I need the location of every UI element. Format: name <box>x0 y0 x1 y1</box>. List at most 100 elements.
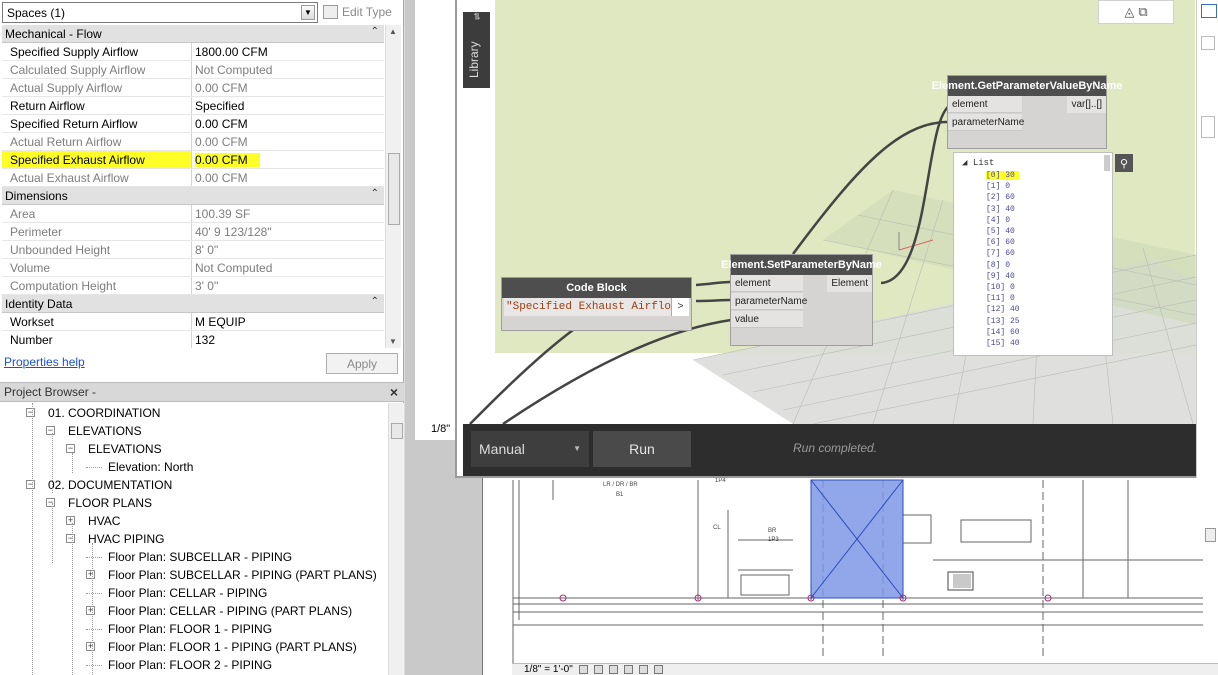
tree-item[interactable]: Floor Plan: FLOOR 2 - PIPING <box>108 656 272 674</box>
input-port-element[interactable]: element <box>948 96 1022 113</box>
property-group-header[interactable]: Identity Data ⌃ <box>2 295 384 313</box>
apply-button[interactable]: Apply <box>326 353 398 374</box>
toolbar-icon[interactable] <box>1201 116 1215 138</box>
scroll-thumb[interactable] <box>391 423 403 439</box>
type-selector[interactable]: Spaces (1) ▼ <box>2 2 318 23</box>
property-value-text: 3' 0" <box>195 278 219 293</box>
collapse-icon[interactable]: ⌃ <box>371 188 379 199</box>
view-toggle-icons[interactable]: ◬ ⧉ <box>1098 0 1174 24</box>
expand-icon[interactable]: + <box>86 570 95 579</box>
input-port-value[interactable]: value <box>731 311 803 328</box>
3d-view-icon[interactable]: ◬ <box>1124 4 1134 20</box>
tree-item[interactable]: Floor Plan: FLOOR 1 - PIPING <box>108 620 272 638</box>
visual-style-icon[interactable] <box>593 665 603 674</box>
property-value[interactable]: 1800.00 CFM <box>192 43 384 60</box>
output-port-element[interactable]: Element <box>827 275 872 292</box>
chevron-down-icon[interactable]: ▼ <box>301 5 315 20</box>
run-status: Run completed. <box>793 441 878 455</box>
scroll-thumb[interactable] <box>1104 155 1110 171</box>
collapse-icon[interactable]: ⌃ <box>371 26 379 37</box>
tree-item[interactable]: Floor Plan: SUBCELLAR - PIPING (PART PLA… <box>108 566 377 584</box>
plan-room-tag: B1 <box>616 492 624 498</box>
input-port-parameterName[interactable]: parameterName <box>731 293 807 310</box>
property-value[interactable]: Specified <box>192 97 384 114</box>
property-name: Actual Supply Airflow <box>2 79 192 96</box>
tree-item[interactable]: Floor Plan: CELLAR - PIPING (PART PLANS) <box>108 602 352 620</box>
tree-item[interactable]: HVAC PIPING <box>88 530 164 548</box>
run-button[interactable]: Run <box>593 431 691 467</box>
library-panel-toggle[interactable]: ⇌ Library <box>463 12 490 88</box>
output-port[interactable]: > <box>671 298 689 316</box>
tree-item[interactable]: ELEVATIONS <box>68 422 142 440</box>
collapse-icon[interactable]: ⌃ <box>371 296 379 307</box>
toolbar-icon[interactable] <box>1201 4 1217 18</box>
list-item: [13] 25 <box>986 316 1020 326</box>
property-group-header[interactable]: Dimensions ⌃ <box>2 187 384 205</box>
tree-connector <box>72 523 73 675</box>
tree-item[interactable]: Floor Plan: SUBCELLAR - PIPING <box>108 548 292 566</box>
tree-item[interactable]: 01. COORDINATION <box>48 404 160 422</box>
collapse-icon[interactable]: − <box>46 498 55 507</box>
tree-item[interactable]: ELEVATIONS <box>88 440 162 458</box>
property-value-text: Specified <box>195 98 245 113</box>
tree-item[interactable]: FLOOR PLANS <box>68 494 152 512</box>
crop-view-icon[interactable] <box>638 665 648 674</box>
property-value[interactable]: 132 <box>192 331 384 348</box>
property-row[interactable]: Specified Return Airflow 0.00 CFM <box>2 115 384 133</box>
property-value[interactable]: 0.00 CFM <box>192 115 384 132</box>
set-parameter-node[interactable]: Element.SetParameterByName element param… <box>721 254 882 346</box>
scroll-up-icon[interactable]: ▲ <box>389 27 397 36</box>
sun-path-icon[interactable] <box>608 665 618 674</box>
expand-icon[interactable]: + <box>86 606 95 615</box>
output-port-var[interactable]: var[]..[] <box>1067 96 1106 113</box>
code-block-node[interactable]: Code Block "Specified Exhaust Airflow"; … <box>501 277 692 331</box>
collapse-icon[interactable]: − <box>66 444 75 453</box>
node-output-preview[interactable]: ◢ List [0] 30 [1] 0 [2] 60 [3] 40 [4] 0 [5] 4… <box>953 152 1113 356</box>
property-group-header[interactable]: Mechanical - Flow ⌃ <box>2 25 384 43</box>
detail-level-icon[interactable] <box>578 665 588 674</box>
get-parameter-node[interactable]: Element.GetParameterValueByName element … <box>932 75 1122 149</box>
collapse-icon[interactable]: − <box>26 408 35 417</box>
edit-type-button[interactable]: Edit Type <box>323 3 392 21</box>
collapse-icon[interactable]: − <box>26 480 35 489</box>
shadows-icon[interactable] <box>623 665 633 674</box>
floor-plan-view[interactable]: LR / DR / BR B1 1P4 CL BR 1P3 <box>482 470 1218 675</box>
tree-item[interactable]: 02. DOCUMENTATION <box>48 476 172 494</box>
expand-icon[interactable]: + <box>66 516 75 525</box>
input-port-element[interactable]: element <box>731 275 803 292</box>
property-value[interactable]: 0.00 CFM <box>192 151 384 168</box>
project-browser-scrollbar[interactable] <box>388 403 404 675</box>
property-value[interactable]: M EQUIP <box>192 313 384 330</box>
property-row[interactable]: Specified Supply Airflow 1800.00 CFM <box>2 43 384 61</box>
property-row[interactable]: Return Airflow Specified <box>2 97 384 115</box>
temporary-hide-icon[interactable] <box>653 665 663 674</box>
toolbar-icon[interactable] <box>1201 36 1215 50</box>
plan-scale-label[interactable]: 1/8" = 1'-0" <box>524 664 573 675</box>
tree-item[interactable]: Floor Plan: CELLAR - PIPING <box>108 584 267 602</box>
collapse-icon[interactable]: − <box>46 426 55 435</box>
properties-scrollbar[interactable]: ▲ ▼ <box>385 25 401 348</box>
dynamo-canvas[interactable]: ⇌ Library ◬ ⧉ Code Block "Specified Exha… <box>463 0 1218 424</box>
scroll-down-icon[interactable]: ▼ <box>389 337 397 346</box>
property-row[interactable]: Workset M EQUIP <box>2 313 384 331</box>
properties-help-link[interactable]: Properties help <box>4 355 85 369</box>
graph-view-icon[interactable]: ⧉ <box>1138 4 1147 20</box>
run-mode-dropdown[interactable]: Manual ▼ <box>471 431 589 467</box>
scroll-thumb[interactable] <box>1205 528 1216 542</box>
expand-icon[interactable]: + <box>86 642 95 651</box>
property-value-text: 0.00 CFM <box>195 170 248 185</box>
plan-vertical-scrollbar[interactable] <box>1202 490 1218 665</box>
code-block-text[interactable]: "Specified Exhaust Airflow"; > <box>504 298 691 316</box>
close-icon[interactable]: × <box>390 384 398 400</box>
input-port-parameterName[interactable]: parameterName <box>948 114 1024 131</box>
property-row[interactable]: Specified Exhaust Airflow 0.00 CFM <box>2 151 384 169</box>
collapse-icon[interactable]: − <box>66 534 75 543</box>
property-value-text: 132 <box>195 332 216 347</box>
tree-item[interactable]: HVAC <box>88 512 120 530</box>
pin-icon[interactable]: ⚲ <box>1115 154 1133 172</box>
tree-item[interactable]: Elevation: North <box>108 458 193 476</box>
tree-item[interactable]: Floor Plan: FLOOR 1 - PIPING (PART PLANS… <box>108 638 357 656</box>
scroll-thumb[interactable] <box>388 153 400 225</box>
property-row[interactable]: Number 132 <box>2 331 384 348</box>
property-name: Calculated Supply Airflow <box>2 61 192 78</box>
